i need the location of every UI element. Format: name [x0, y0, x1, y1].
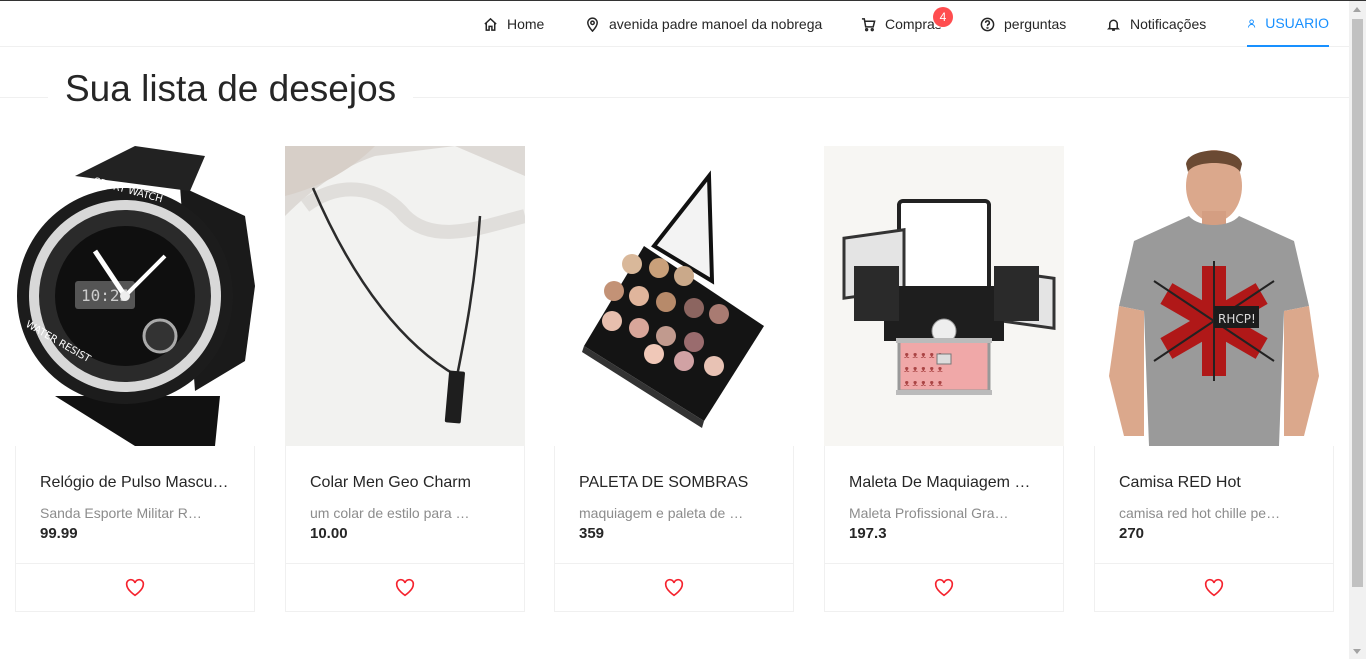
- product-card[interactable]: PALETA DE SOMBRAS maquiagem e paleta de …: [554, 146, 794, 612]
- product-price: 10.00: [310, 525, 348, 542]
- card-body: PALETA DE SOMBRAS maquiagem e paleta de …: [555, 447, 793, 569]
- card-body: Camisa RED Hot camisa red hot chille pep…: [1095, 447, 1333, 569]
- card-body: Colar Men Geo Charm um colar de estilo p…: [286, 447, 524, 569]
- nav-home[interactable]: Home: [483, 1, 544, 47]
- nav-notificacoes[interactable]: Notificações: [1106, 1, 1206, 47]
- card-actions: [555, 563, 793, 611]
- product-name[interactable]: Camisa RED Hot: [1119, 471, 1309, 495]
- product-image-watch[interactable]: 10:25 LIGHT SPORT WATCH WATER RESIST: [15, 146, 255, 446]
- product-price: 359: [579, 525, 605, 542]
- product-description: maquiagem e paleta de sombras: [579, 505, 744, 521]
- product-image-necklace[interactable]: [285, 146, 525, 446]
- product-price: 99.99: [40, 525, 78, 542]
- scroll-thumb[interactable]: [1352, 19, 1363, 587]
- product-card[interactable]: 10:25 LIGHT SPORT WATCH WATER RESIST Rel…: [15, 146, 255, 612]
- card-body: Relógio de Pulso Masculino Sanda Esporte…: [16, 447, 254, 569]
- product-image-palette[interactable]: [554, 146, 794, 446]
- heart-icon[interactable]: [124, 577, 146, 599]
- card-actions: [16, 563, 254, 611]
- home-icon: [484, 17, 497, 31]
- product-description: um colar de estilo para homens: [310, 505, 475, 521]
- product-card[interactable]: ᴥ ᴥ ᴥ ᴥ ᴥ ᴥ ᴥ ᴥ ᴥ ᴥ ᴥ ᴥ ᴥ ᴥ ᴥ Maleta De …: [824, 146, 1064, 612]
- bell-icon: [1107, 19, 1120, 31]
- scroll-up-arrow-icon[interactable]: [1353, 7, 1361, 12]
- location-icon: [587, 16, 598, 32]
- nav-location-label: avenida padre manoel da nobrega: [609, 16, 823, 32]
- product-image-makeup-case[interactable]: ᴥ ᴥ ᴥ ᴥ ᴥ ᴥ ᴥ ᴥ ᴥ ᴥ ᴥ ᴥ ᴥ ᴥ ᴥ: [824, 146, 1064, 446]
- product-description: camisa red hot chille peppers: [1119, 505, 1284, 521]
- product-name[interactable]: Maleta De Maquiagem Completa: [849, 471, 1039, 495]
- heart-icon[interactable]: [394, 577, 416, 599]
- nav-location[interactable]: avenida padre manoel da nobrega: [585, 1, 822, 47]
- nav-compras[interactable]: Compras 4: [861, 1, 953, 47]
- product-image-rhcp-shirt[interactable]: RHCP!: [1094, 146, 1334, 446]
- top-navigation: Home avenida padre manoel da nobrega Com…: [0, 1, 1349, 47]
- nav-notificacoes-label: Notificações: [1130, 16, 1207, 32]
- product-name[interactable]: Colar Men Geo Charm: [310, 471, 500, 495]
- question-icon: [980, 17, 995, 31]
- heart-icon[interactable]: [1203, 577, 1225, 599]
- product-price: 270: [1119, 525, 1145, 542]
- heart-icon[interactable]: [663, 577, 685, 599]
- vertical-scrollbar[interactable]: [1349, 1, 1366, 659]
- product-card[interactable]: Colar Men Geo Charm um colar de estilo p…: [285, 146, 525, 612]
- heart-icon[interactable]: [933, 577, 955, 599]
- nav-usuario[interactable]: USUARIO: [1247, 1, 1329, 47]
- svg-text:ᴥ ᴥ ᴥ ᴥ ᴥ: ᴥ ᴥ ᴥ ᴥ ᴥ: [904, 365, 943, 375]
- card-actions: [825, 563, 1063, 611]
- scroll-down-arrow-icon[interactable]: [1353, 649, 1361, 654]
- cart-count-badge: 4: [933, 7, 953, 27]
- product-description: Sanda Esporte Militar Relógio: [40, 505, 205, 521]
- page-title: Sua lista de desejos: [48, 67, 414, 111]
- product-description: Maleta Profissional Grande: [849, 505, 1014, 521]
- product-price: 197.3: [849, 525, 887, 542]
- cart-icon: [861, 17, 876, 31]
- card-body: Maleta De Maquiagem Completa Maleta Prof…: [825, 447, 1063, 569]
- nav-home-label: Home: [507, 16, 545, 32]
- svg-text:RHCP!: RHCP!: [1218, 312, 1256, 326]
- svg-text:ᴥ ᴥ ᴥ ᴥ ᴥ: ᴥ ᴥ ᴥ ᴥ ᴥ: [904, 379, 943, 389]
- nav-usuario-label: USUARIO: [1265, 15, 1329, 31]
- product-card[interactable]: RHCP! Camisa RED Hot camisa red hot chil…: [1094, 146, 1334, 612]
- nav-perguntas-label: perguntas: [1004, 16, 1067, 32]
- nav-perguntas[interactable]: perguntas: [980, 1, 1066, 47]
- product-name[interactable]: PALETA DE SOMBRAS: [579, 471, 769, 495]
- product-name[interactable]: Relógio de Pulso Masculino: [40, 471, 230, 495]
- card-actions: [1095, 563, 1333, 611]
- card-actions: [286, 563, 524, 611]
- user-icon: [1247, 18, 1256, 28]
